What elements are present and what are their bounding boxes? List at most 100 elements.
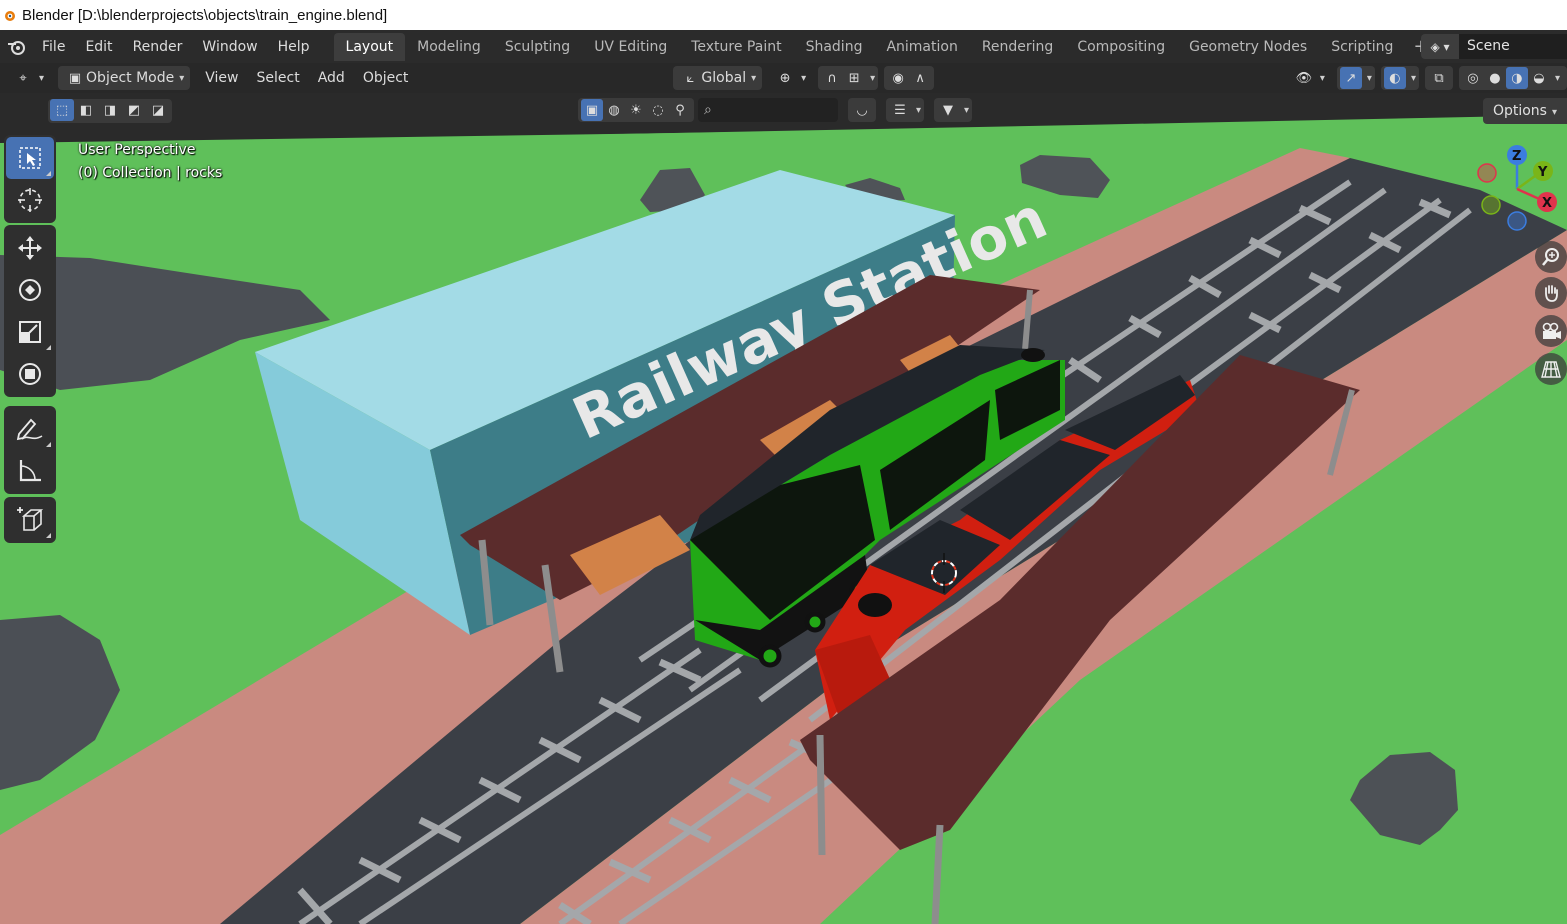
- options-label: Options: [1492, 103, 1547, 119]
- select-intersect-icon[interactable]: ◪: [146, 99, 170, 121]
- tool-settings-row: ⬚ ◧ ◨ ◩ ◪ ▣ ◍ ☀ ◌ ⚲ ⌕ ◡ ☰ ▾ ▼ ▾ Options …: [0, 97, 1567, 125]
- overlays-icon[interactable]: ◐: [1383, 67, 1406, 89]
- scene-name-field[interactable]: Scene: [1459, 34, 1567, 59]
- material-filter-icon[interactable]: ◍: [603, 99, 625, 121]
- move-tool[interactable]: [6, 227, 54, 269]
- options-button[interactable]: Options ▾: [1482, 98, 1567, 124]
- tab-sculpting[interactable]: Sculpting: [493, 33, 582, 61]
- select-extend-icon[interactable]: ◧: [74, 99, 98, 121]
- select-subtract-icon[interactable]: ◨: [98, 99, 122, 121]
- select-new-icon[interactable]: ⬚: [50, 99, 74, 121]
- pivot-point-selector[interactable]: ⊕ ▾: [768, 66, 812, 90]
- neg-x-axis-handle[interactable]: [1477, 163, 1497, 183]
- measure-icon: [19, 460, 41, 482]
- shading-preview-group: ▣ ◍ ☀ ◌ ⚲: [578, 98, 694, 122]
- tab-texture-paint[interactable]: Texture Paint: [679, 33, 793, 61]
- list-mode-group: ☰ ▾: [886, 98, 925, 122]
- rotate-tool[interactable]: [6, 269, 54, 311]
- visibility-selector[interactable]: 👁 ▾: [1287, 66, 1331, 90]
- annotate-tool[interactable]: [6, 408, 54, 450]
- window-title: Blender [D:\blenderprojects\objects\trai…: [22, 6, 388, 24]
- scale-tool[interactable]: [6, 311, 54, 353]
- tab-geometry-nodes[interactable]: Geometry Nodes: [1177, 33, 1319, 61]
- tab-compositing[interactable]: Compositing: [1065, 33, 1177, 61]
- display-mode-group: ◡: [848, 98, 876, 122]
- annotate-icon: [16, 418, 43, 441]
- perspective-toggle-button[interactable]: [1535, 353, 1567, 385]
- tab-uv-editing[interactable]: UV Editing: [582, 33, 679, 61]
- outliner-filter-tools: ▣ ◍ ☀ ◌ ⚲ ⌕ ◡ ☰ ▾ ▼ ▾: [578, 98, 973, 122]
- object-filter-icon[interactable]: ▣: [581, 99, 603, 121]
- tab-modeling[interactable]: Modeling: [405, 33, 493, 61]
- neg-y-axis-handle[interactable]: [1481, 195, 1501, 215]
- select-box-tool[interactable]: [6, 137, 54, 179]
- camera-view-button[interactable]: [1535, 315, 1567, 347]
- transform-orientation-selector[interactable]: ⟀ Global ▾: [673, 66, 763, 90]
- viewport-scene: Railway Station: [0, 63, 1567, 924]
- toolbar-add-group: [4, 497, 56, 543]
- y-axis-label: Y: [1537, 165, 1548, 180]
- wireframe-shading-icon[interactable]: ◎: [1462, 67, 1484, 89]
- window-titlebar: Blender [D:\blenderprojects\objects\trai…: [0, 0, 1567, 30]
- gizmo-icon[interactable]: ↗: [1339, 67, 1362, 89]
- solid-shading-icon[interactable]: ●: [1484, 67, 1506, 89]
- orientation-label: Global: [701, 70, 747, 86]
- menu-add[interactable]: Add: [309, 70, 354, 86]
- world-filter-icon[interactable]: ◌: [647, 99, 669, 121]
- snap-target-icon[interactable]: ⊞: [843, 67, 865, 89]
- menu-file[interactable]: File: [32, 34, 75, 60]
- scene-icon[interactable]: ◈ ▾: [1421, 34, 1459, 59]
- search-input[interactable]: ⌕: [698, 98, 838, 122]
- tab-animation[interactable]: Animation: [874, 33, 969, 61]
- sort-icon[interactable]: ◡: [851, 99, 873, 121]
- measure-tool[interactable]: [6, 450, 54, 492]
- menu-help[interactable]: Help: [268, 34, 320, 60]
- mode-selector[interactable]: ▣ Object Mode ▾: [58, 66, 191, 90]
- tab-scripting[interactable]: Scripting: [1319, 33, 1405, 61]
- scene-selector[interactable]: ◈ ▾ Scene: [1421, 33, 1567, 60]
- falloff-icon[interactable]: ∧: [909, 67, 931, 89]
- menu-window[interactable]: Window: [192, 34, 267, 60]
- menu-view[interactable]: View: [196, 70, 247, 86]
- scale-icon: [19, 321, 41, 343]
- toolbar-annotate-group: [4, 406, 56, 494]
- gizmo-toggle-group: ↗ ▾: [1336, 66, 1375, 90]
- xray-icon[interactable]: ⧉: [1428, 67, 1450, 89]
- camera-icon: [1542, 322, 1561, 339]
- blender-menu-icon[interactable]: [2, 32, 32, 62]
- menu-render[interactable]: Render: [123, 34, 193, 60]
- neg-z-axis-handle[interactable]: [1507, 211, 1527, 231]
- pan-view-button[interactable]: [1535, 277, 1567, 309]
- orientation-icon: ⟀: [686, 70, 695, 86]
- menu-edit[interactable]: Edit: [75, 34, 122, 60]
- viewport-info: User Perspective (0) Collection | rocks: [78, 139, 222, 185]
- tab-shading[interactable]: Shading: [794, 33, 875, 61]
- add-cube-icon: [17, 507, 44, 531]
- add-cube-tool[interactable]: [6, 499, 54, 541]
- toolbar-select-group: [4, 135, 56, 223]
- tab-layout[interactable]: Layout: [333, 32, 406, 61]
- object-mode-icon: ▣: [68, 70, 82, 86]
- list-icon[interactable]: ☰: [889, 99, 911, 121]
- proportional-edit-icon[interactable]: ◉: [887, 67, 909, 89]
- cursor-tool[interactable]: [6, 179, 54, 221]
- filter-icon[interactable]: ▼: [937, 99, 959, 121]
- tab-rendering[interactable]: Rendering: [970, 33, 1066, 61]
- material-preview-icon[interactable]: ◑: [1505, 67, 1528, 89]
- select-difference-icon[interactable]: ◩: [122, 99, 146, 121]
- light-filter-icon[interactable]: ☀: [625, 99, 647, 121]
- navigation-gizmo[interactable]: Z Y X: [1470, 139, 1567, 239]
- z-axis-label: Z: [1512, 149, 1521, 164]
- editor-type-selector[interactable]: ⌖ ▾: [6, 66, 50, 90]
- perspective-label: User Perspective: [78, 142, 196, 158]
- armature-filter-icon[interactable]: ⚲: [669, 99, 691, 121]
- menu-select[interactable]: Select: [248, 70, 309, 86]
- rendered-shading-icon[interactable]: ◒: [1528, 67, 1550, 89]
- eye-icon: 👁: [1295, 70, 1313, 86]
- menu-object[interactable]: Object: [354, 70, 418, 86]
- snap-toggle-icon[interactable]: ∩: [821, 67, 843, 89]
- zoom-view-button[interactable]: [1535, 241, 1567, 273]
- blender-icon: [5, 11, 15, 21]
- transform-tool[interactable]: [6, 353, 54, 395]
- 3d-viewport[interactable]: Railway Station ⌖ ▾ ▣ Object Mode ▾ View…: [0, 63, 1567, 924]
